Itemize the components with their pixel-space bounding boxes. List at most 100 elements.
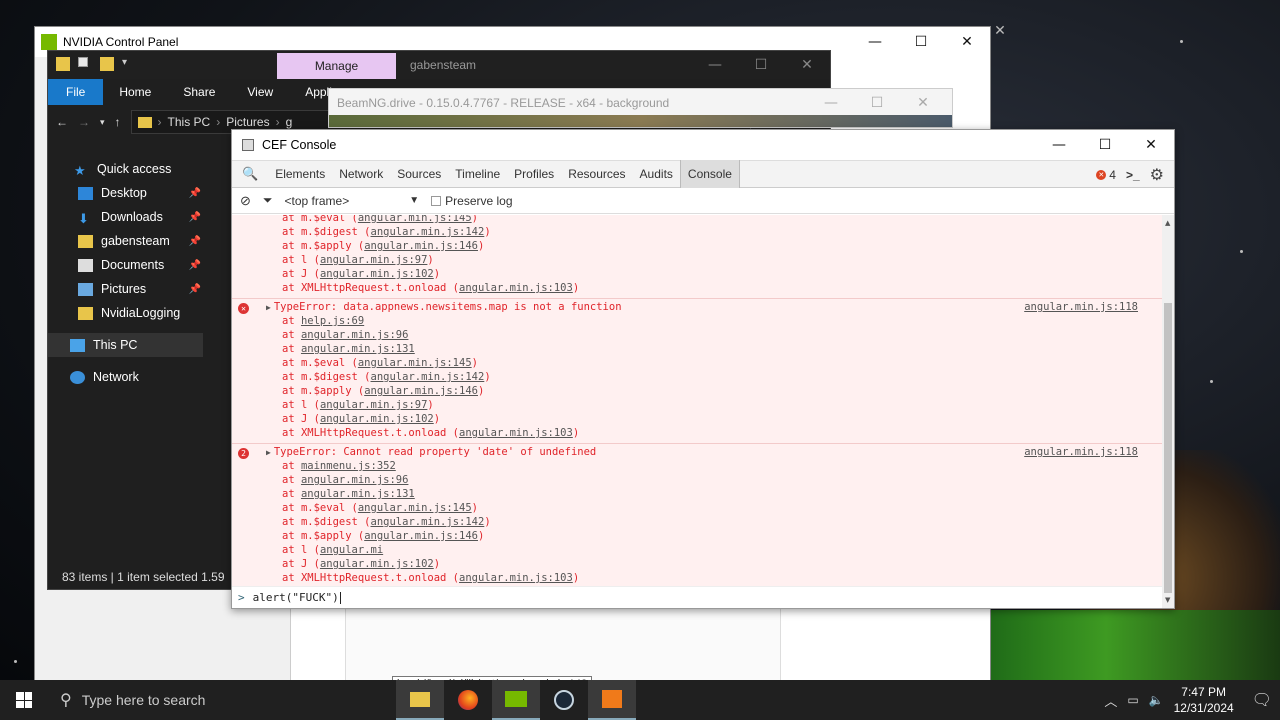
stack-frame-link[interactable]: angular.min.js:142	[371, 226, 485, 238]
stack-frame-link[interactable]: angular.mi	[320, 544, 383, 556]
error-source-link[interactable]: angular.min.js:118	[1024, 300, 1138, 314]
tab-audits[interactable]: Audits	[633, 160, 680, 188]
firefox-taskbar-icon[interactable]	[444, 680, 492, 720]
volume-icon[interactable]: 🔈	[1149, 693, 1164, 707]
tab-share[interactable]: Share	[167, 79, 231, 105]
stack-frame-link[interactable]: angular.min.js:145	[358, 215, 472, 224]
network-icon[interactable]: ▭	[1127, 693, 1138, 707]
sidebar-item-documents[interactable]: Documents 📌	[48, 253, 203, 277]
stack-frame-link[interactable]: angular.min.js:96	[301, 474, 408, 486]
clear-console-icon[interactable]: ⊘	[240, 193, 251, 209]
stack-frame-link[interactable]: angular.min.js:145	[358, 357, 472, 369]
minimize-icon[interactable]: —	[692, 51, 738, 79]
stack-frame-link[interactable]: angular.min.js:102	[320, 413, 434, 425]
minimize-icon[interactable]: —	[1036, 130, 1082, 160]
close-icon[interactable]: ✕	[900, 89, 946, 117]
filter-icon[interactable]: ⏷	[263, 193, 273, 208]
notifications-icon[interactable]: 🗨	[1252, 690, 1272, 710]
beamng-taskbar-icon[interactable]	[588, 680, 636, 720]
close-icon[interactable]: ✕	[944, 27, 990, 57]
sidebar-item-gabensteam[interactable]: gabensteam 📌	[48, 229, 203, 253]
back-arrow-icon[interactable]: ←	[56, 115, 68, 129]
nvidia-taskbar-icon[interactable]	[492, 680, 540, 720]
tab-resources[interactable]: Resources	[561, 160, 632, 188]
manage-tab[interactable]: Manage	[277, 53, 396, 79]
stack-frame-link[interactable]: angular.min.js:97	[320, 254, 427, 266]
tab-console[interactable]: Console	[679, 160, 740, 188]
sidebar-item-pictures[interactable]: Pictures 📌	[48, 277, 203, 301]
stack-frame-link[interactable]: angular.min.js:103	[459, 282, 573, 294]
stack-frame-link[interactable]: angular.min.js:102	[320, 268, 434, 280]
sidebar-item-nvidialogging[interactable]: NvidiaLogging	[48, 301, 203, 325]
gear-icon[interactable]: ⚙	[1150, 165, 1164, 185]
tab-network[interactable]: Network	[332, 160, 390, 188]
stack-frame-link[interactable]: mainmenu.js:352	[301, 460, 396, 472]
tab-view[interactable]: View	[231, 79, 289, 105]
taskbar-search[interactable]: ⚲ Type here to search	[48, 680, 388, 720]
start-button[interactable]	[0, 680, 48, 720]
tab-file[interactable]: File	[48, 79, 104, 105]
expand-triangle-icon[interactable]: ▶	[266, 448, 271, 457]
sidebar-item-quick-access[interactable]: ★ Quick access	[48, 157, 203, 181]
stack-frame-link[interactable]: angular.min.js:102	[320, 558, 434, 570]
breadcrumb-this-pc[interactable]: This PC	[168, 115, 211, 129]
stack-frame-link[interactable]: angular.min.js:142	[371, 371, 485, 383]
tab-home[interactable]: Home	[103, 79, 167, 105]
tab-timeline[interactable]: Timeline	[448, 160, 507, 188]
expand-triangle-icon[interactable]: ▶	[266, 303, 271, 312]
maximize-icon[interactable]: ☐	[854, 89, 900, 117]
stack-frame-link[interactable]: angular.min.js:146	[364, 530, 478, 542]
customize-toolbar-icon[interactable]: ▾	[122, 57, 127, 71]
search-icon[interactable]: 🔍	[232, 166, 268, 182]
stack-frame-link[interactable]: angular.min.js:103	[459, 572, 573, 584]
recent-locations-icon[interactable]: ▾	[100, 117, 105, 128]
close-icon[interactable]: ✕	[784, 51, 830, 79]
sidebar-item-desktop[interactable]: Desktop 📌	[48, 181, 203, 205]
scrollbar-thumb[interactable]	[1164, 303, 1172, 593]
steam-taskbar-icon[interactable]	[540, 680, 588, 720]
error-count-badge[interactable]: ✕ 4	[1096, 168, 1116, 182]
sidebar-item-network[interactable]: Network	[48, 365, 203, 389]
preserve-log-checkbox[interactable]: Preserve log	[431, 194, 513, 208]
error-source-link[interactable]: angular.min.js:118	[1024, 445, 1138, 459]
folder-icon[interactable]	[56, 57, 70, 71]
sidebar-item-this-pc[interactable]: This PC	[48, 333, 203, 357]
stack-frame-link[interactable]: angular.min.js:131	[301, 488, 415, 500]
maximize-icon[interactable]: ☐	[1082, 130, 1128, 160]
console-input[interactable]: > alert("FUCK")	[232, 586, 1162, 608]
stack-frame-link[interactable]: angular.min.js:96	[301, 329, 408, 341]
clock[interactable]: 7:47 PM 12/31/2024	[1174, 684, 1234, 716]
stack-frame-link[interactable]: angular.min.js:146	[364, 385, 478, 397]
tab-elements[interactable]: Elements	[268, 160, 332, 188]
breadcrumb-pictures[interactable]: Pictures	[226, 115, 269, 129]
file-explorer-taskbar-icon[interactable]	[396, 680, 444, 720]
properties-icon[interactable]	[78, 57, 88, 67]
console-scrollbar[interactable]: ▲ ▼	[1162, 215, 1174, 608]
scroll-up-icon[interactable]: ▲	[1165, 219, 1170, 227]
stack-frame-link[interactable]: angular.min.js:97	[320, 399, 427, 411]
chevron-up-icon[interactable]: ︿	[1104, 691, 1117, 710]
close-icon[interactable]: ✕	[1128, 130, 1174, 160]
console-drawer-icon[interactable]: >_	[1126, 168, 1140, 182]
error-message-header[interactable]: ▶ TypeError: data.appnews.newsitems.map i…	[232, 300, 1162, 314]
minimize-icon[interactable]: —	[808, 89, 854, 117]
minimize-icon[interactable]: —	[852, 27, 898, 57]
frame-selector[interactable]: <top frame> ▼	[285, 194, 420, 208]
stack-frame-link[interactable]: angular.min.js:146	[364, 240, 478, 252]
forward-arrow-icon[interactable]: →	[78, 115, 90, 129]
up-arrow-icon[interactable]: ↑	[115, 115, 121, 129]
stack-frame-link[interactable]: angular.min.js:142	[371, 516, 485, 528]
stack-frame-link[interactable]: help.js:69	[301, 315, 364, 327]
stack-frame-link[interactable]: angular.min.js:103	[459, 427, 573, 439]
new-folder-icon[interactable]	[100, 57, 114, 71]
maximize-icon[interactable]: ☐	[898, 27, 944, 57]
scroll-down-icon[interactable]: ▼	[1165, 596, 1170, 604]
error-message-header[interactable]: ▶ TypeError: Cannot read property 'date' …	[232, 445, 1162, 459]
maximize-icon[interactable]: ☐	[738, 51, 784, 79]
stack-frame-link[interactable]: angular.min.js:145	[358, 502, 472, 514]
tab-profiles[interactable]: Profiles	[507, 160, 561, 188]
stack-frame-link[interactable]: angular.min.js:131	[301, 343, 415, 355]
tab-sources[interactable]: Sources	[390, 160, 448, 188]
breadcrumb-current[interactable]: g	[286, 115, 293, 129]
sidebar-item-downloads[interactable]: ⬇ Downloads 📌	[48, 205, 203, 229]
